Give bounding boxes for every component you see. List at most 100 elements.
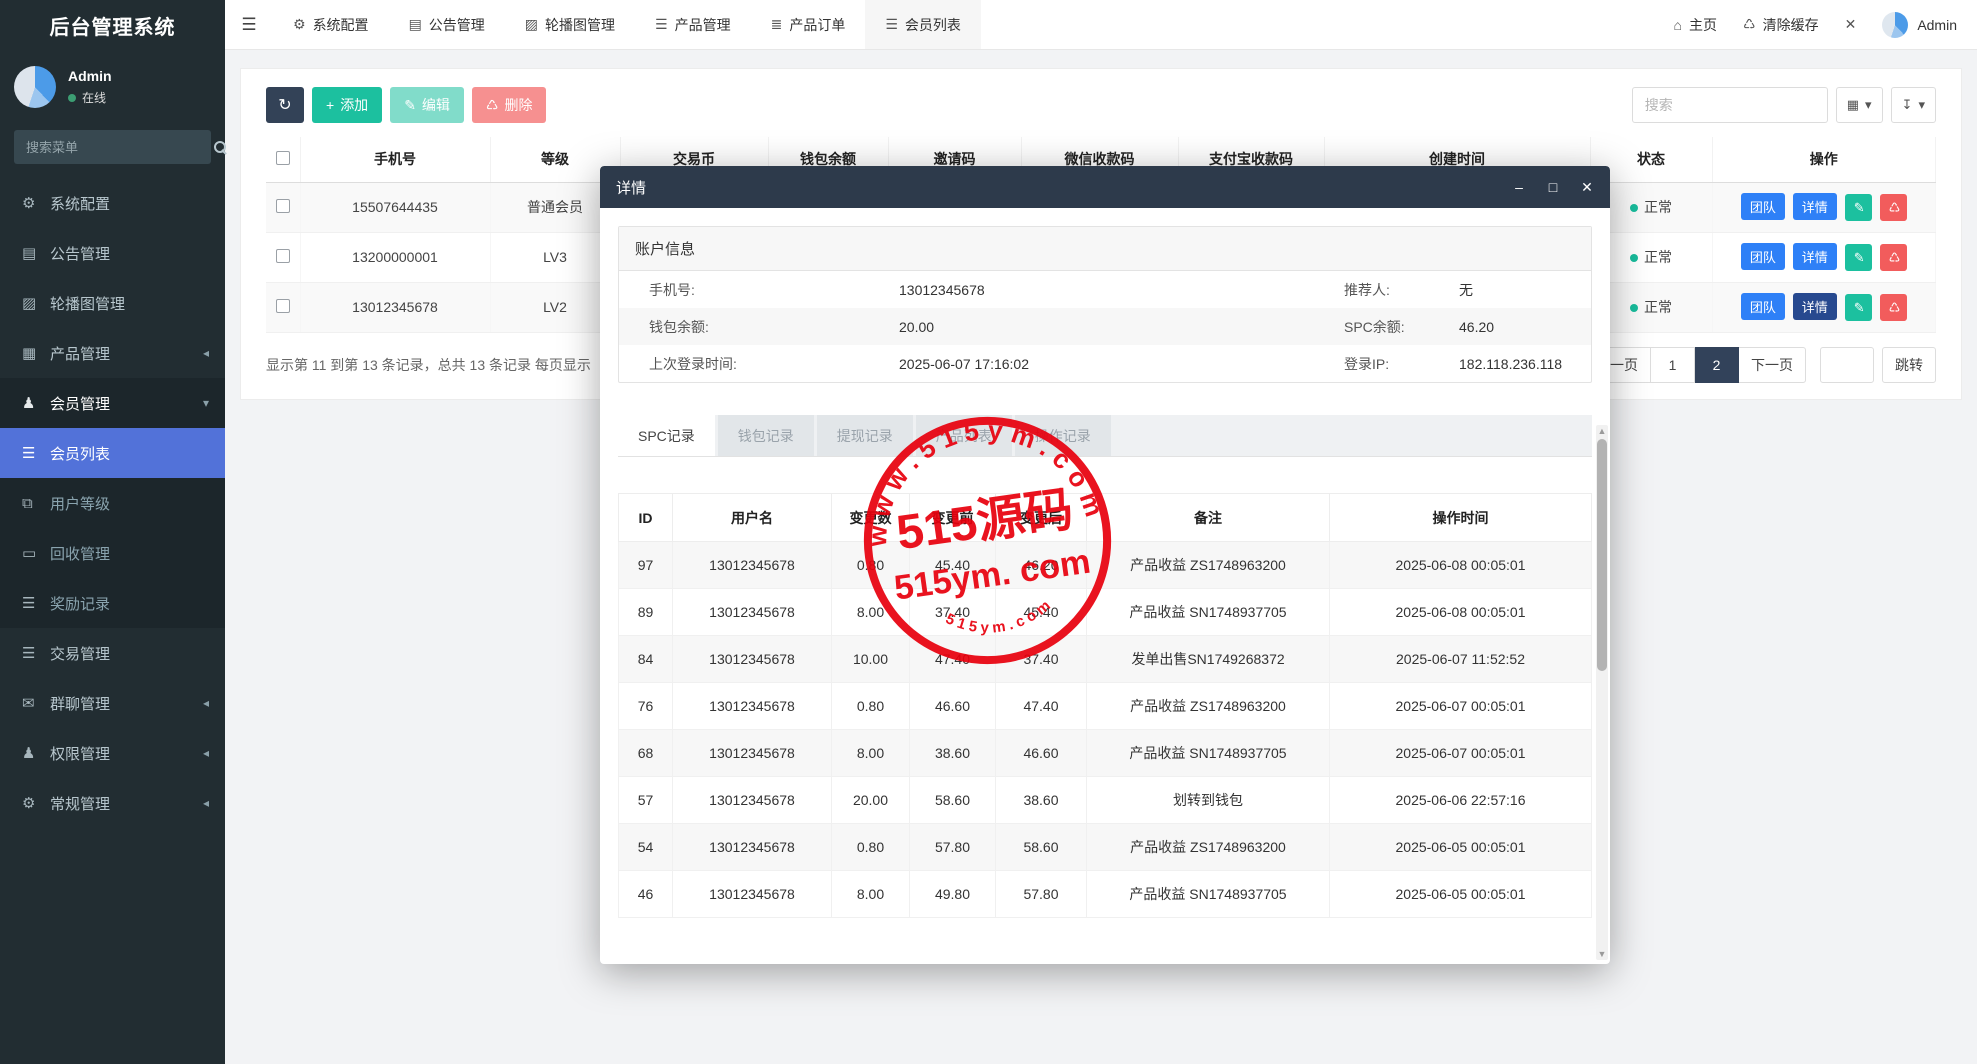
sidebar-item-announcement[interactable]: ▤公告管理	[0, 228, 225, 278]
sidebar-item-group-chat[interactable]: ✉群聊管理◂	[0, 678, 225, 728]
sitemap-icon: ⧉	[22, 495, 50, 512]
detail-button[interactable]: 详情	[1793, 193, 1837, 220]
info-label: 上次登录时间:	[649, 354, 899, 374]
sidebar-toggle-button[interactable]: ☰	[225, 0, 273, 49]
nav-item-system-config[interactable]: ⚙系统配置	[273, 0, 389, 49]
delete-button[interactable]: ♺删除	[472, 87, 547, 123]
row-checkbox[interactable]	[276, 199, 290, 213]
row-edit-button[interactable]: ✎	[1845, 294, 1872, 321]
image-icon: ▨	[525, 16, 538, 33]
hamburger-icon: ☰	[241, 15, 256, 35]
sidebar: Admin 在线 ⚙系统配置 ▤公告管理 ▨轮播图管理 ▦产品管理◂ ♟会员管理…	[0, 50, 225, 1064]
detail-button[interactable]: 详情	[1793, 293, 1837, 320]
rec-header-remark: 备注	[1087, 494, 1330, 542]
page-jump-button[interactable]: 跳转	[1882, 347, 1936, 383]
account-info-panel: 账户信息 手机号: 13012345678 推荐人: 无 钱包余额: 20.00…	[618, 226, 1592, 383]
trash-icon: ♺	[486, 97, 499, 114]
detail-button[interactable]: 详情	[1793, 243, 1837, 270]
sidebar-item-user-level[interactable]: ⧉用户等级	[0, 478, 225, 528]
team-button[interactable]: 团队	[1741, 193, 1785, 220]
sidebar-item-reward-records[interactable]: ☰奖励记录	[0, 578, 225, 628]
sidebar-item-trade[interactable]: ☰交易管理	[0, 628, 225, 678]
list-icon: ☰	[885, 16, 898, 33]
nav-item-orders[interactable]: ≣产品订单	[751, 0, 866, 49]
list-icon: ☰	[22, 644, 50, 662]
tab-withdraw-records[interactable]: 提现记录	[817, 415, 913, 456]
search-button[interactable]	[214, 130, 227, 164]
columns-dropdown-button[interactable]: ▦▾	[1836, 87, 1883, 123]
grid-icon: ▦	[22, 344, 50, 362]
tab-spc-records[interactable]: SPC记录	[618, 415, 715, 456]
status-dot-icon	[1630, 254, 1638, 262]
row-delete-button[interactable]: ♺	[1880, 294, 1907, 321]
team-button[interactable]: 团队	[1741, 293, 1785, 320]
record-row: 841301234567810.0047.4037.40发单出售SN174926…	[619, 636, 1592, 683]
tab-wallet-records[interactable]: 钱包记录	[718, 415, 814, 456]
user-icon: ♟	[22, 394, 50, 412]
nav-item-announcement[interactable]: ▤公告管理	[389, 0, 505, 49]
online-status: 在线	[68, 89, 112, 106]
scroll-down-icon[interactable]: ▼	[1596, 948, 1608, 960]
list-icon: ≣	[771, 16, 783, 33]
nav-item-product[interactable]: ☰产品管理	[635, 0, 751, 49]
close-icon[interactable]: ✕	[1580, 179, 1594, 196]
row-checkbox[interactable]	[276, 299, 290, 313]
record-row: 68130123456788.0038.6046.60产品收益 SN174893…	[619, 730, 1592, 777]
users-icon: ♟	[22, 744, 50, 762]
sidebar-item-member-management[interactable]: ♟会员管理▾	[0, 378, 225, 428]
sidebar-item-system-config[interactable]: ⚙系统配置	[0, 178, 225, 228]
user-menu[interactable]: Admin	[1882, 12, 1957, 38]
sidebar-item-carousel[interactable]: ▨轮播图管理	[0, 278, 225, 328]
export-dropdown-button[interactable]: ↧▾	[1891, 87, 1936, 123]
maximize-icon[interactable]: □	[1546, 179, 1560, 196]
sidebar-item-general[interactable]: ⚙常规管理◂	[0, 778, 225, 828]
info-value: 2025-06-07 17:16:02	[899, 356, 1344, 372]
sidebar-search-input[interactable]	[14, 140, 214, 155]
pencil-icon: ✎	[1854, 300, 1865, 315]
chevron-left-icon: ◂	[203, 696, 209, 710]
scroll-up-icon[interactable]: ▲	[1596, 425, 1608, 437]
sidebar-item-member-list[interactable]: ☰会员列表	[0, 428, 225, 478]
add-button[interactable]: +添加	[312, 87, 382, 123]
sidebar-item-recycle[interactable]: ▭回收管理	[0, 528, 225, 578]
chevron-down-icon: ▾	[203, 396, 209, 410]
clear-cache-link[interactable]: ♺清除缓存	[1743, 15, 1819, 35]
tab-operation-records[interactable]: 操作记录	[1015, 415, 1111, 456]
next-page-button[interactable]: 下一页	[1739, 347, 1806, 383]
info-value: 无	[1459, 280, 1591, 300]
status-dot-icon	[1630, 204, 1638, 212]
nav-item-member-list[interactable]: ☰会员列表	[865, 0, 981, 49]
table-search-input[interactable]	[1632, 87, 1828, 123]
page-jump-input[interactable]	[1820, 347, 1874, 383]
modal-titlebar[interactable]: 详情 – □ ✕	[600, 166, 1610, 208]
page-button-2[interactable]: 2	[1695, 347, 1739, 383]
home-icon: ⌂	[1674, 17, 1682, 33]
row-delete-button[interactable]: ♺	[1880, 244, 1907, 271]
refresh-button[interactable]: ↻	[266, 87, 304, 123]
team-button[interactable]: 团队	[1741, 243, 1785, 270]
minimize-icon[interactable]: –	[1512, 179, 1526, 196]
scrollbar-thumb[interactable]	[1597, 439, 1607, 671]
chat-icon: ✉	[22, 694, 50, 712]
edit-button[interactable]: ✎编辑	[390, 87, 464, 123]
nav-item-carousel[interactable]: ▨轮播图管理	[505, 0, 635, 49]
rec-header-after: 变更后	[996, 494, 1087, 542]
record-row: 89130123456788.0037.4045.40产品收益 SN174893…	[619, 589, 1592, 636]
row-delete-button[interactable]: ♺	[1880, 194, 1907, 221]
pencil-icon: ✎	[1854, 200, 1865, 215]
row-checkbox[interactable]	[276, 249, 290, 263]
pencil-icon: ✎	[404, 97, 416, 114]
sidebar-item-permissions[interactable]: ♟权限管理◂	[0, 728, 225, 778]
tab-product-list[interactable]: 产品列表	[916, 415, 1012, 456]
row-edit-button[interactable]: ✎	[1845, 244, 1872, 271]
row-edit-button[interactable]: ✎	[1845, 194, 1872, 221]
record-row: 571301234567820.0058.6038.60划转到钱包2025-06…	[619, 777, 1592, 824]
record-row: 76130123456780.8046.6047.40产品收益 ZS174896…	[619, 683, 1592, 730]
fullscreen-button[interactable]: ✕	[1845, 16, 1857, 33]
page-button-1[interactable]: 1	[1651, 347, 1695, 383]
gear-icon: ⚙	[22, 194, 50, 212]
sidebar-item-product[interactable]: ▦产品管理◂	[0, 328, 225, 378]
home-link[interactable]: ⌂主页	[1674, 15, 1717, 35]
modal-scrollbar[interactable]: ▲ ▼	[1596, 425, 1608, 960]
select-all-checkbox[interactable]	[276, 151, 290, 165]
